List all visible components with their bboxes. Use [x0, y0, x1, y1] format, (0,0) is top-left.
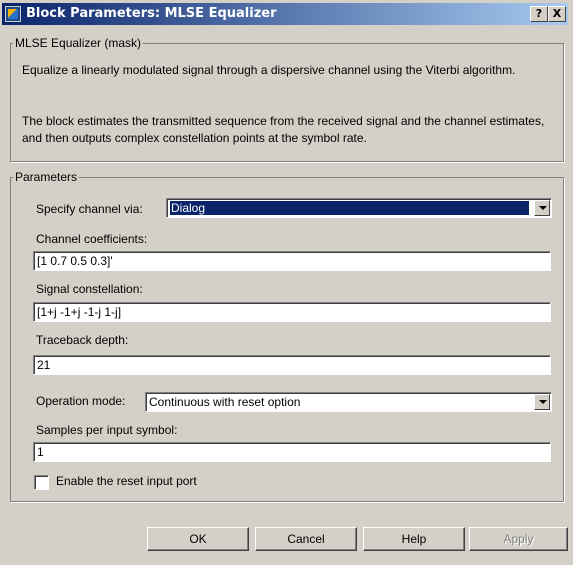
samples-per-symbol-field[interactable]: 1 [33, 442, 551, 462]
title-bar[interactable]: Block Parameters: MLSE Equalizer ? X [2, 3, 568, 25]
channel-coefficients-label: Channel coefficients: [36, 232, 148, 246]
block-parameters-dialog: Block Parameters: MLSE Equalizer ? X MLS… [0, 0, 573, 565]
traceback-depth-label: Traceback depth: [36, 333, 129, 347]
mask-description-2: The block estimates the transmitted sequ… [22, 114, 545, 145]
chevron-down-icon[interactable] [534, 394, 550, 410]
chevron-down-icon[interactable] [534, 200, 550, 216]
signal-constellation-label: Signal constellation: [36, 282, 143, 296]
help-button[interactable]: Help [363, 527, 465, 551]
operation-mode-label: Operation mode: [36, 394, 126, 408]
specify-channel-label: Specify channel via: [36, 202, 143, 216]
samples-per-symbol-label: Samples per input symbol: [36, 423, 178, 437]
reset-port-label[interactable]: Enable the reset input port [56, 474, 197, 488]
mask-legend: MLSE Equalizer (mask) [15, 36, 142, 50]
mask-description-1: Equalize a linearly modulated signal thr… [22, 63, 516, 77]
reset-port-checkbox[interactable] [34, 475, 49, 490]
cancel-button[interactable]: Cancel [255, 527, 357, 551]
window-title: Block Parameters: MLSE Equalizer [26, 6, 277, 21]
specify-channel-select[interactable]: Dialog [166, 198, 552, 218]
parameters-legend: Parameters [15, 170, 78, 184]
ok-button[interactable]: OK [147, 527, 249, 551]
operation-mode-value: Continuous with reset option [149, 395, 301, 409]
close-icon[interactable]: X [548, 6, 566, 22]
help-title-button[interactable]: ? [530, 6, 548, 22]
signal-constellation-field[interactable]: [1+j -1+j -1-j 1-j] [33, 302, 551, 322]
channel-coefficients-field[interactable]: [1 0.7 0.5 0.3]' [33, 251, 551, 271]
apply-button[interactable]: Apply [469, 527, 568, 551]
operation-mode-select[interactable]: Continuous with reset option [145, 392, 552, 412]
traceback-depth-field[interactable]: 21 [33, 355, 551, 375]
simulink-block-icon [5, 6, 21, 22]
specify-channel-value: Dialog [170, 201, 529, 215]
